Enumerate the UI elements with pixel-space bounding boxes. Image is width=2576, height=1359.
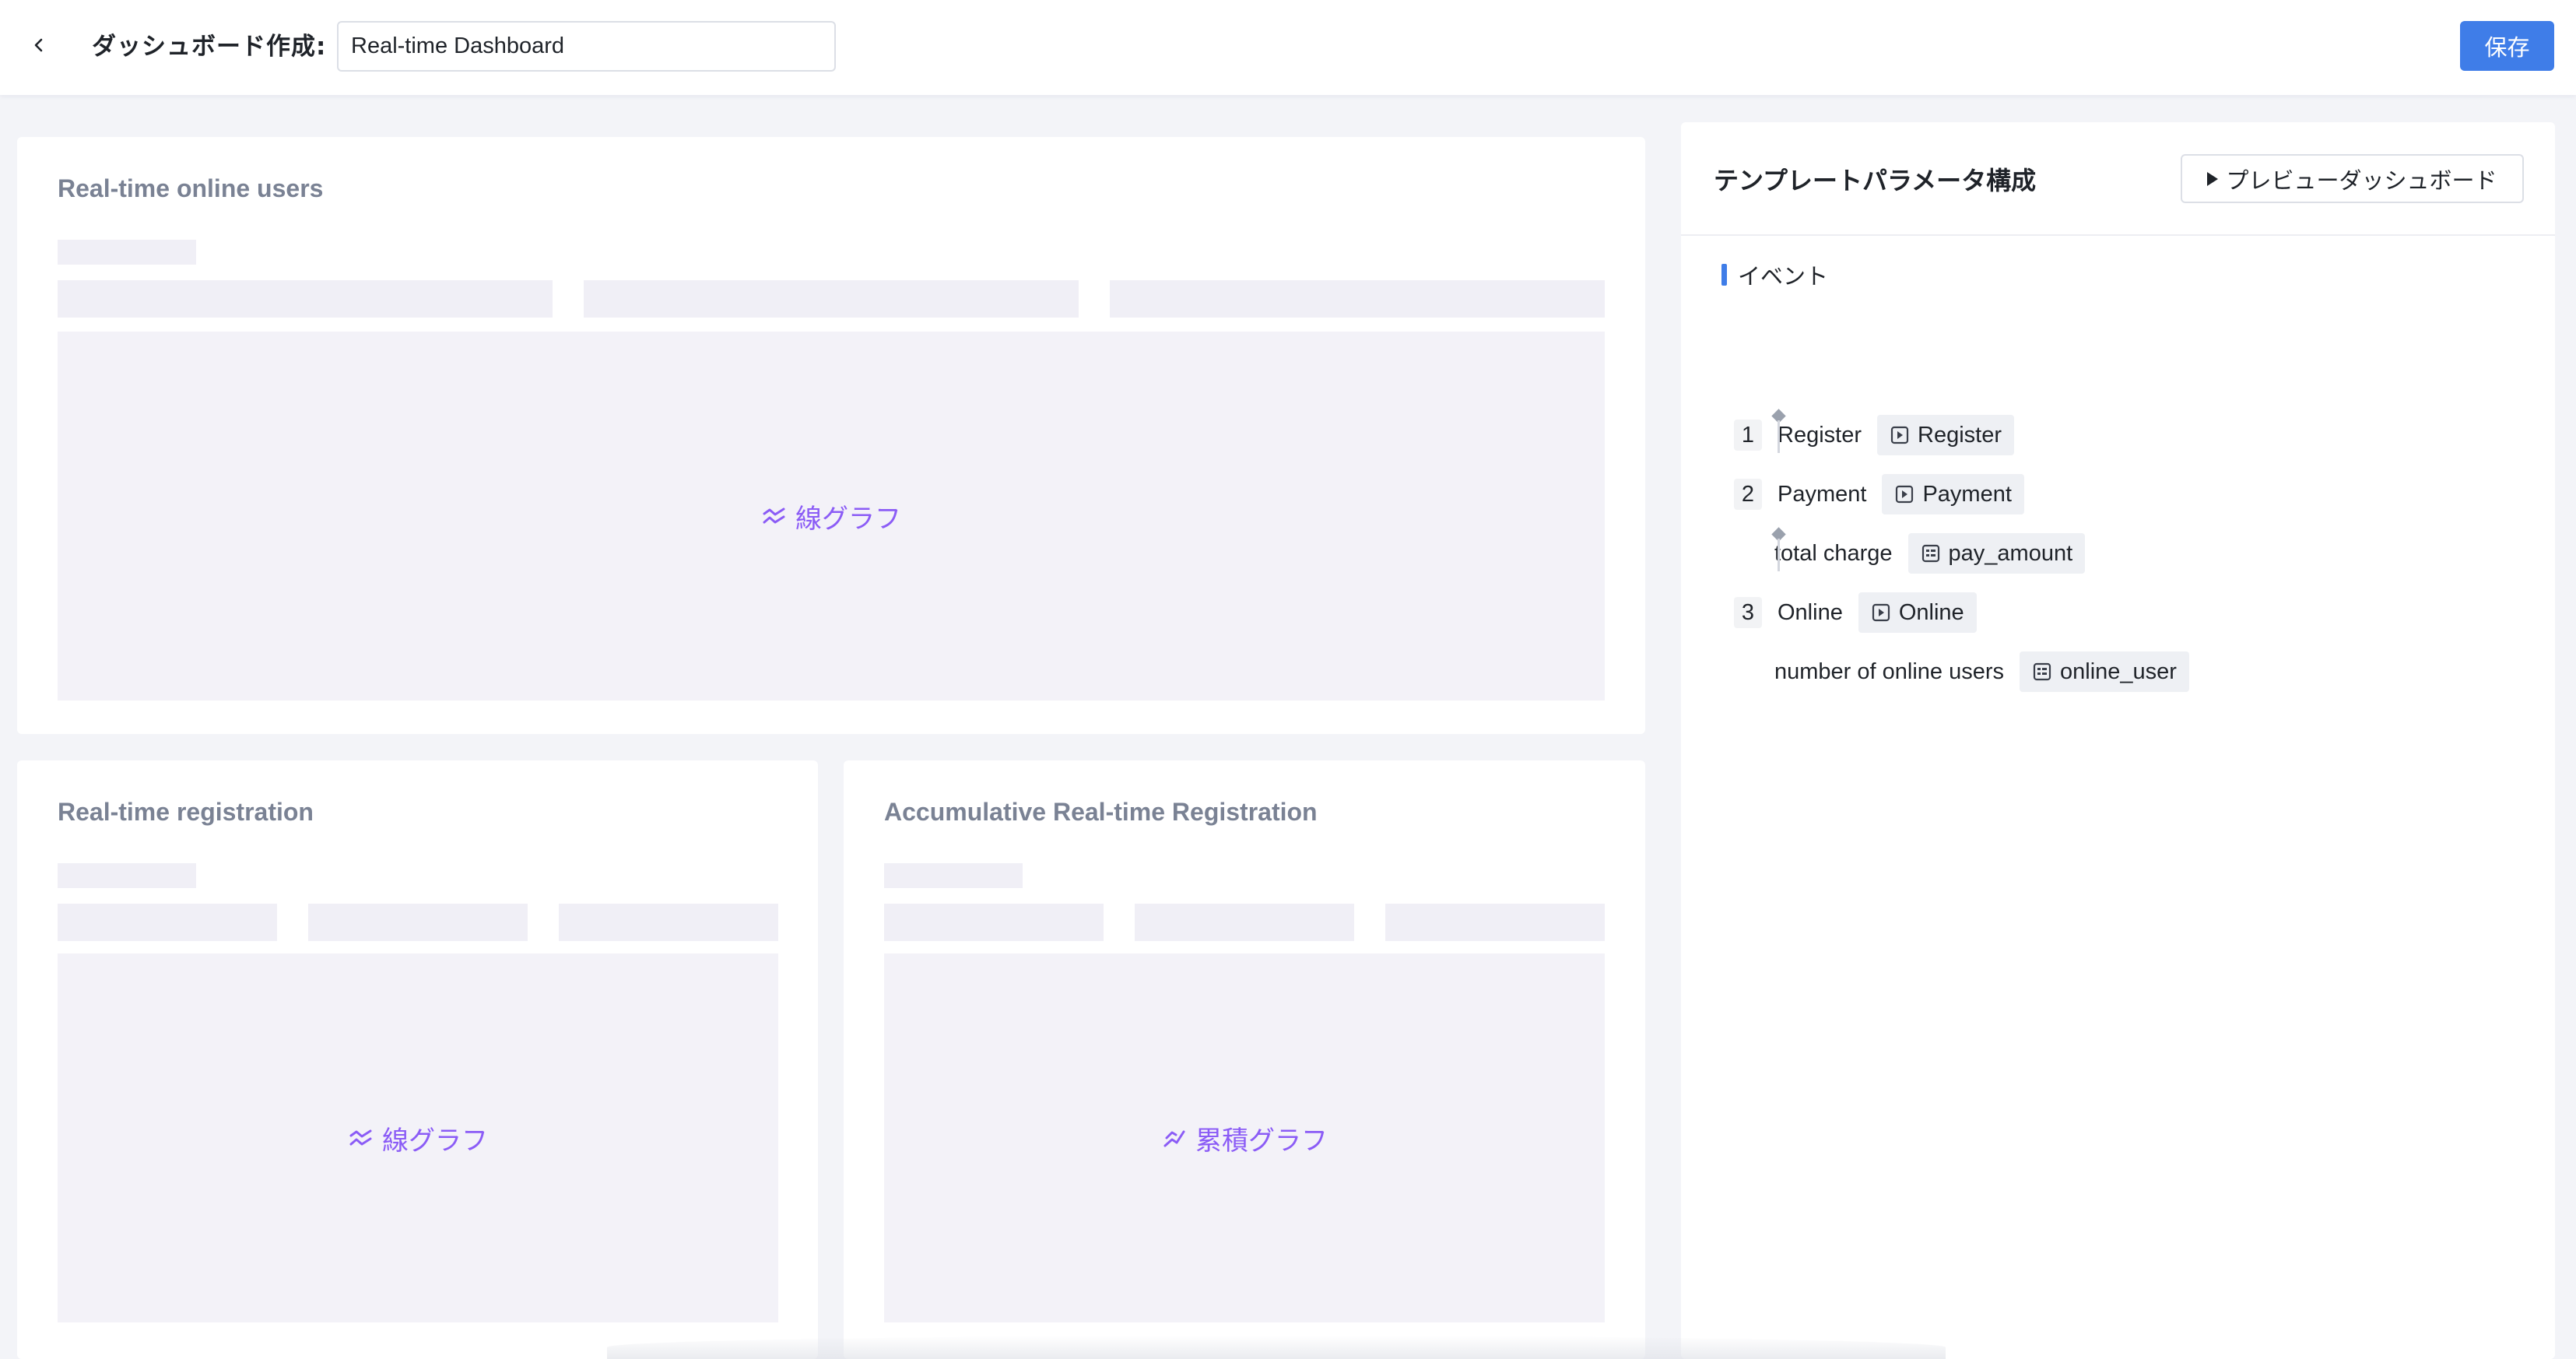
property-name: number of online users	[1774, 658, 2004, 684]
property-tag[interactable]: online_user	[2020, 651, 2189, 692]
line-chart-icon	[763, 507, 785, 524]
property-row-total-charge[interactable]: total charge pay_amount	[1774, 533, 2086, 574]
chart-placeholder: 線グラフ	[58, 953, 778, 1322]
widget-title: Accumulative Real-time Registration	[884, 798, 1318, 826]
skeleton-bar	[884, 904, 1104, 941]
property-row-online-users[interactable]: number of online users online_user	[1774, 651, 2189, 692]
skeleton-bar	[58, 240, 196, 265]
template-parameter-panel: テンプレートパラメータ構成 プレビューダッシュボード イベント 1 Regist…	[1681, 122, 2555, 1359]
bottom-shadow	[607, 1336, 1946, 1359]
property-tag[interactable]: pay_amount	[1907, 533, 2086, 574]
back-icon[interactable]	[23, 30, 54, 61]
line-chart-icon	[349, 1129, 372, 1146]
chart-placeholder: 線グラフ	[58, 332, 1605, 701]
event-row-online[interactable]: 3 Online Online	[1734, 592, 1977, 633]
skeleton-bar	[308, 904, 528, 941]
property-tag-label: pay_amount	[1948, 540, 2073, 566]
property-icon	[1921, 544, 1939, 563]
skeleton-bar	[884, 863, 1023, 888]
top-bar: ダッシュボード作成: 保存	[0, 0, 2576, 95]
widget-title: Real-time registration	[58, 798, 314, 826]
event-row-payment[interactable]: 2 Payment Payment	[1734, 474, 2024, 514]
skeleton-bar	[1135, 904, 1354, 941]
event-name: Online	[1778, 599, 1843, 625]
chart-type-text: 線グラフ	[382, 1125, 488, 1157]
event-tag-label: Online	[1898, 599, 1964, 625]
tree-connector	[1778, 539, 1780, 571]
skeleton-bar	[58, 863, 196, 888]
event-index: 3	[1734, 597, 1762, 628]
tree-connector	[1778, 420, 1780, 453]
chart-type-label: 累積グラフ	[1161, 1119, 1328, 1157]
preview-button-label: プレビューダッシュボード	[2226, 167, 2497, 194]
section-label: イベント	[1738, 263, 1829, 290]
widget-title: Real-time online users	[58, 174, 324, 202]
events-section-header: イベント	[1721, 259, 1828, 290]
property-icon	[2033, 662, 2051, 681]
event-name: Payment	[1778, 481, 1867, 507]
event-tag-label: Register	[1918, 422, 2002, 448]
play-icon	[2207, 171, 2219, 186]
page-title: ダッシュボード作成:	[92, 33, 327, 61]
chart-type-text: 線グラフ	[795, 503, 901, 535]
section-accent-bar	[1721, 264, 1727, 286]
event-icon	[1872, 603, 1890, 622]
cumulative-chart-icon	[1163, 1130, 1185, 1147]
panel-title: テンプレートパラメータ構成	[1714, 166, 2037, 195]
event-tag[interactable]: Register	[1877, 415, 2014, 455]
chart-type-label: 線グラフ	[761, 497, 901, 536]
skeleton-bar	[584, 280, 1079, 318]
event-index: 2	[1734, 479, 1762, 510]
event-tag[interactable]: Payment	[1882, 474, 2024, 514]
skeleton-bar	[559, 904, 778, 941]
event-tag[interactable]: Online	[1858, 592, 1977, 633]
save-button[interactable]: 保存	[2460, 21, 2554, 71]
skeleton-bar	[1110, 280, 1605, 318]
event-index: 1	[1734, 420, 1762, 451]
event-icon	[1896, 485, 1914, 504]
panel-header: テンプレートパラメータ構成 プレビューダッシュボード	[1681, 122, 2555, 236]
chart-type-label: 線グラフ	[348, 1119, 488, 1157]
event-name: Register	[1778, 422, 1862, 448]
preview-dashboard-button[interactable]: プレビューダッシュボード	[2181, 154, 2524, 203]
chart-type-text: 累積グラフ	[1195, 1125, 1328, 1157]
skeleton-bar	[58, 904, 277, 941]
event-icon	[1890, 426, 1909, 444]
skeleton-bar	[1385, 904, 1605, 941]
widget-card-accumulative-registration[interactable]: Accumulative Real-time Registration 累積グラ…	[844, 760, 1645, 1359]
event-tag-label: Payment	[1922, 481, 2012, 507]
skeleton-bar	[58, 280, 553, 318]
property-tag-label: online_user	[2060, 658, 2177, 684]
dashboard-name-input[interactable]	[337, 21, 836, 72]
widget-card-online-users[interactable]: Real-time online users 線グラフ	[17, 137, 1645, 734]
widget-card-registration[interactable]: Real-time registration 線グラフ	[17, 760, 818, 1359]
property-name: total charge	[1774, 540, 1893, 566]
chart-placeholder: 累積グラフ	[884, 953, 1605, 1322]
